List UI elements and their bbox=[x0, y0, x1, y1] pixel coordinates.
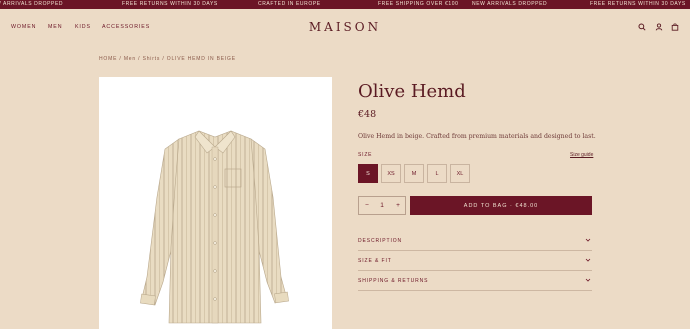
size-option-m[interactable]: M bbox=[404, 164, 424, 183]
breadcrumb-separator: / bbox=[119, 56, 122, 62]
size-option-xl[interactable]: XL bbox=[450, 164, 470, 183]
main-nav: WOMEN MEN KIDS ACCESSORIES MAISON bbox=[0, 9, 690, 45]
breadcrumb-men[interactable]: Men bbox=[124, 56, 136, 62]
accordion-shipping-returns[interactable]: SHIPPING & RETURNS bbox=[358, 271, 592, 291]
breadcrumb-shirts[interactable]: Shirts bbox=[143, 56, 161, 62]
ticker-item: W ARRIVALS DROPPED bbox=[0, 1, 64, 7]
shirt-illustration bbox=[140, 130, 289, 324]
account-icon[interactable] bbox=[655, 23, 663, 31]
breadcrumb-current: OLIVE HEMD IN BEIGE bbox=[166, 56, 236, 62]
chevron-down-icon bbox=[585, 257, 591, 263]
product-price: €48 bbox=[358, 109, 377, 120]
ticker-item: FREE RETURNS WITHIN 30 DAYS bbox=[122, 1, 218, 7]
announcement-bar: W ARRIVALS DROPPED FREE RETURNS WITHIN 3… bbox=[0, 0, 690, 9]
accordion-label: SIZE & FIT bbox=[358, 258, 392, 264]
size-option-l[interactable]: L bbox=[427, 164, 447, 183]
size-guide-link[interactable]: Size guide bbox=[570, 152, 593, 158]
quantity-increase-button[interactable]: + bbox=[392, 197, 404, 214]
breadcrumb: HOME / Men / Shirts / OLIVE HEMD IN BEIG… bbox=[99, 56, 236, 62]
size-option-s[interactable]: S bbox=[358, 164, 378, 183]
accordion-label: DESCRIPTION bbox=[358, 238, 403, 244]
product-description: Olive Hemd in beige. Crafted from premiu… bbox=[358, 133, 596, 140]
quantity-stepper: − 1 + bbox=[358, 196, 406, 215]
ticker-item: NEW ARRIVALS DROPPED bbox=[472, 1, 548, 7]
size-label: SIZE bbox=[358, 152, 373, 158]
size-option-xs[interactable]: XS bbox=[381, 164, 401, 183]
search-icon[interactable] bbox=[638, 23, 646, 31]
brand-logo[interactable]: MAISON bbox=[0, 20, 690, 34]
product-image[interactable] bbox=[99, 77, 332, 329]
ticker-item: FREE RETURNS WITHIN 30 DAYS bbox=[590, 1, 686, 7]
accordion-description[interactable]: DESCRIPTION bbox=[358, 231, 592, 251]
product-title: Olive Hemd bbox=[358, 81, 466, 102]
bag-icon[interactable] bbox=[671, 23, 679, 31]
add-to-bag-button[interactable]: ADD TO BAG · €48.00 bbox=[410, 196, 592, 215]
chevron-down-icon bbox=[585, 237, 591, 243]
breadcrumb-separator: / bbox=[138, 56, 141, 62]
breadcrumb-home[interactable]: HOME bbox=[99, 56, 117, 62]
ticker-item: CRAFTED IN EUROPE bbox=[258, 1, 321, 7]
ticker-item: FREE SHIPPING OVER €100 bbox=[378, 1, 459, 7]
quantity-decrease-button[interactable]: − bbox=[361, 197, 373, 214]
accordion-label: SHIPPING & RETURNS bbox=[358, 278, 429, 284]
quantity-value[interactable]: 1 bbox=[376, 197, 388, 214]
breadcrumb-separator: / bbox=[162, 56, 165, 62]
chevron-down-icon bbox=[585, 277, 591, 283]
accordion-size-fit[interactable]: SIZE & FIT bbox=[358, 251, 592, 271]
